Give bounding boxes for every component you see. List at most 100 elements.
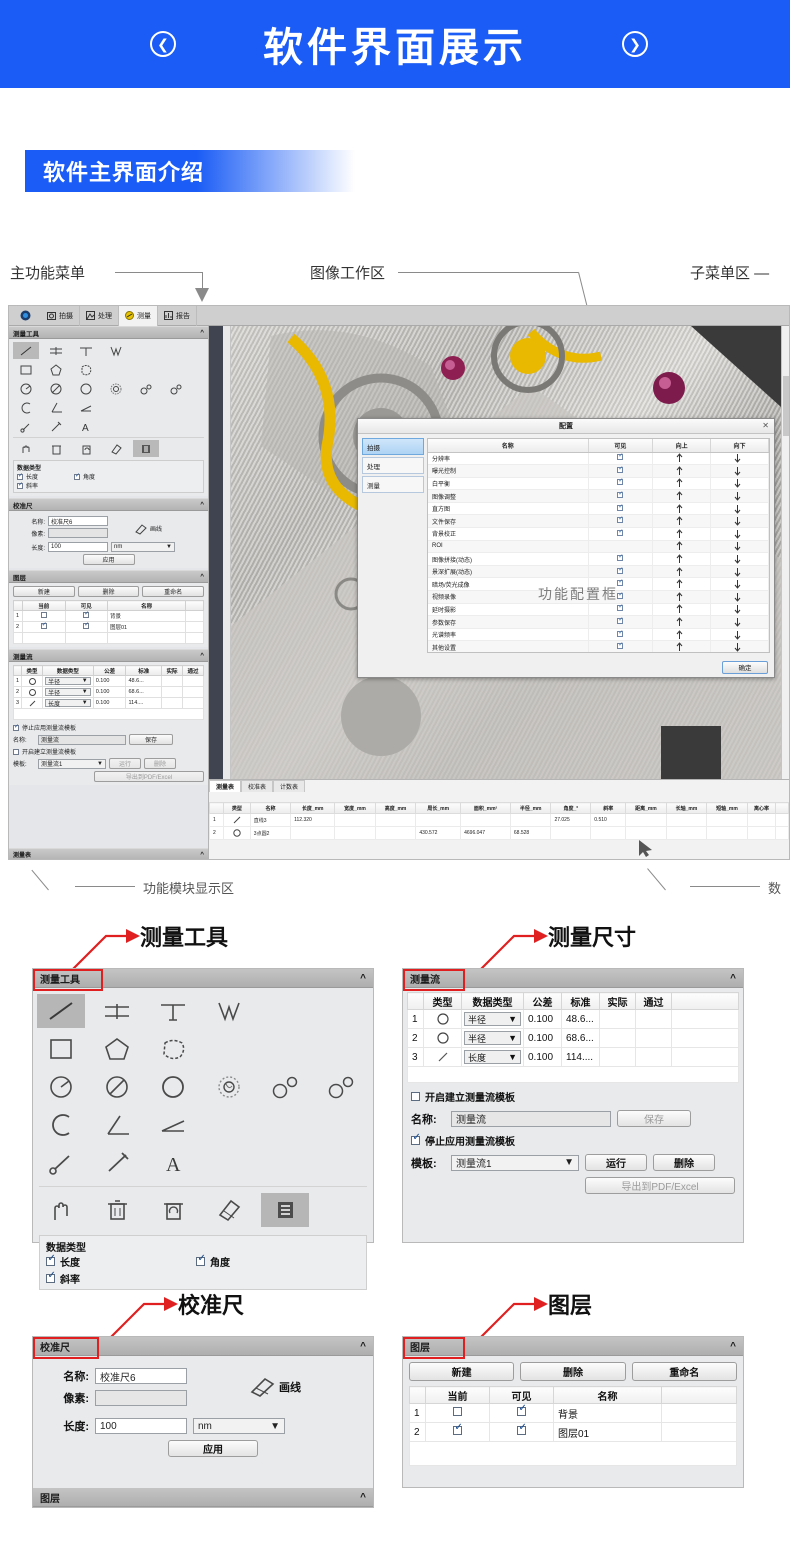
tool-annulus-icon[interactable] (205, 1070, 253, 1104)
dialog-visible-checkbox[interactable] (588, 540, 654, 554)
table-row[interactable]: 1 半径 ▼ 0.100 48.6... (407, 1009, 739, 1029)
tool-line-icon[interactable] (37, 994, 85, 1028)
tool-angle-between-lines-icon[interactable] (73, 399, 99, 416)
data-type-angle-check[interactable]: 角度 (74, 472, 95, 481)
chevron-up-icon[interactable]: ^ (730, 1341, 736, 1352)
ribbon-tab-measure[interactable]: 测量 (119, 306, 158, 326)
chevron-up-icon[interactable]: ^ (730, 973, 736, 984)
tool-zigzag-icon[interactable] (103, 342, 129, 359)
chevron-right-icon[interactable]: ❯ (622, 31, 648, 57)
arrow-down-icon[interactable] (710, 640, 769, 652)
arrow-down-icon[interactable] (710, 502, 769, 516)
dialog-visible-checkbox[interactable] (588, 628, 654, 642)
tool-hand-icon[interactable] (37, 1193, 85, 1227)
table-row[interactable]: 1 背景 (13, 610, 204, 622)
data-type-slope-check[interactable]: 斜率 (17, 481, 200, 490)
card-flow-template-select[interactable]: 测量流1 ▼ (451, 1154, 579, 1171)
panel-header-collapsed[interactable]: 测量表 ^ (9, 848, 208, 859)
panel-header-measure-tools[interactable]: 测量工具 ^ (9, 326, 208, 339)
flow-run-button[interactable]: 运行 (109, 758, 141, 769)
card-layer-current-checkbox[interactable] (425, 1422, 490, 1442)
dialog-visible-checkbox[interactable] (588, 514, 654, 529)
tool-line-icon[interactable] (13, 342, 39, 359)
tool-freeform-icon[interactable] (149, 1032, 197, 1066)
ribbon-tab-report[interactable]: 报告 (158, 306, 197, 326)
arrow-up-icon[interactable] (652, 615, 712, 629)
dialog-tab-measure[interactable]: 测量 (362, 476, 424, 493)
calibration-name-input[interactable]: 校准尺6 (48, 516, 108, 526)
card-calibration-unit-select[interactable]: nm ▼ (193, 1418, 285, 1434)
arrow-down-icon[interactable] (710, 464, 769, 478)
scrollbar-thumb[interactable] (783, 376, 789, 436)
panel-header-layers[interactable]: 图层 ^ (9, 570, 208, 583)
config-dialog[interactable]: 配置 ✕ 拍摄 处理 测量 名称 可见 向上 向下 分辨率 ✓ 曝光控制 ✓ 白… (357, 418, 775, 678)
arrow-down-icon[interactable] (710, 628, 769, 642)
card-flow-save-button[interactable]: 保存 (617, 1110, 691, 1127)
card-layer-current-checkbox[interactable] (425, 1403, 490, 1423)
dialog-visible-checkbox[interactable] (588, 502, 654, 516)
tool-delete-all-icon[interactable] (43, 440, 69, 457)
tool-annulus-icon[interactable] (103, 380, 129, 397)
table-row[interactable]: 景深扩展(动态) (428, 565, 769, 579)
card-calibration-length-input[interactable]: 100 (95, 1418, 187, 1434)
arrow-up-icon[interactable] (652, 452, 712, 466)
dialog-tab-process[interactable]: 处理 (362, 457, 424, 474)
arrow-down-icon[interactable] (710, 540, 769, 554)
flow-save-button[interactable]: 保存 (129, 734, 173, 745)
arrow-up-icon[interactable] (652, 552, 712, 566)
table-row[interactable]: 分辨率 (428, 452, 769, 466)
ribbon-tab-capture[interactable]: 拍摄 (41, 306, 80, 326)
arrow-up-icon[interactable] (652, 464, 712, 478)
card-layer-rename-button[interactable]: 重命名 (631, 1362, 737, 1381)
card-calibration-pixel-input[interactable] (95, 1390, 187, 1406)
card-flow-export-button[interactable]: 导出到PDF/Excel (585, 1177, 735, 1194)
arrow-down-icon[interactable] (710, 603, 769, 617)
table-row[interactable]: 2 3点圆2 430.572 4696.047 68.528 (209, 826, 789, 840)
arrow-up-icon[interactable] (652, 514, 712, 529)
tool-arc-icon[interactable] (13, 399, 39, 416)
panel-header-calibration[interactable]: 校准尺 ^ (9, 498, 208, 511)
table-row[interactable]: 2 半径 ▼ 0.100 68.6... (12, 686, 205, 698)
flow-export-button[interactable]: 导出到PDF/Excel (94, 771, 204, 782)
layer-new-button[interactable]: 新建 (13, 586, 75, 597)
tool-two-circle-center-icon[interactable] (163, 380, 189, 397)
arrow-down-icon[interactable] (710, 489, 769, 503)
dialog-ok-button[interactable]: 确定 (722, 660, 768, 674)
tool-diameter-icon[interactable] (43, 380, 69, 397)
flow-stop-template-check[interactable]: 停止应用测量流模板 (13, 723, 204, 732)
tool-arc-icon[interactable] (37, 1108, 85, 1142)
layer-visible-checkbox[interactable] (64, 610, 108, 622)
tool-settings-icon[interactable] (133, 440, 159, 457)
calibration-length-input[interactable]: 100 (48, 542, 108, 552)
results-tab-measure[interactable]: 测量表 (209, 780, 242, 792)
flow-datatype-select[interactable]: 半径 ▼ (42, 686, 94, 698)
card-check-length[interactable]: 长度 (46, 1253, 196, 1269)
arrow-up-icon[interactable] (652, 577, 712, 592)
tool-freeform-icon[interactable] (73, 361, 99, 378)
flow-datatype-select[interactable]: 半径 ▼ (42, 675, 94, 687)
tool-text-icon[interactable]: A (149, 1146, 197, 1180)
chevron-up-icon[interactable]: ^ (200, 501, 204, 508)
tool-settings-icon[interactable] (261, 1193, 309, 1227)
table-row[interactable]: 参数保存 (428, 615, 769, 629)
chevron-up-icon[interactable]: ^ (200, 573, 204, 580)
tool-radius-icon[interactable] (13, 380, 39, 397)
tool-angle-icon[interactable] (43, 399, 69, 416)
card-calibration-apply-button[interactable]: 应用 (168, 1440, 258, 1457)
tool-angle-icon[interactable] (93, 1108, 141, 1142)
arrow-up-icon[interactable] (652, 477, 712, 491)
tool-point-icon[interactable] (37, 1146, 85, 1180)
table-row[interactable]: 文件保存 (428, 514, 769, 529)
dialog-visible-checkbox[interactable] (588, 603, 654, 617)
card-header-layers-collapsed[interactable]: 图层 ^ (33, 1488, 373, 1507)
tool-circle-icon[interactable] (73, 380, 99, 397)
card-check-slope[interactable]: 斜率 (46, 1270, 360, 1286)
tool-parallel-icon[interactable] (43, 342, 69, 359)
arrow-up-icon[interactable] (652, 628, 712, 642)
arrow-down-icon[interactable] (710, 565, 769, 579)
table-row[interactable]: 图像调整 (428, 489, 769, 503)
tool-rectangle-icon[interactable] (37, 1032, 85, 1066)
layer-delete-button[interactable]: 删除 (77, 586, 140, 597)
arrow-down-icon[interactable] (710, 590, 769, 604)
ribbon-tab-process[interactable]: 处理 (80, 306, 119, 326)
